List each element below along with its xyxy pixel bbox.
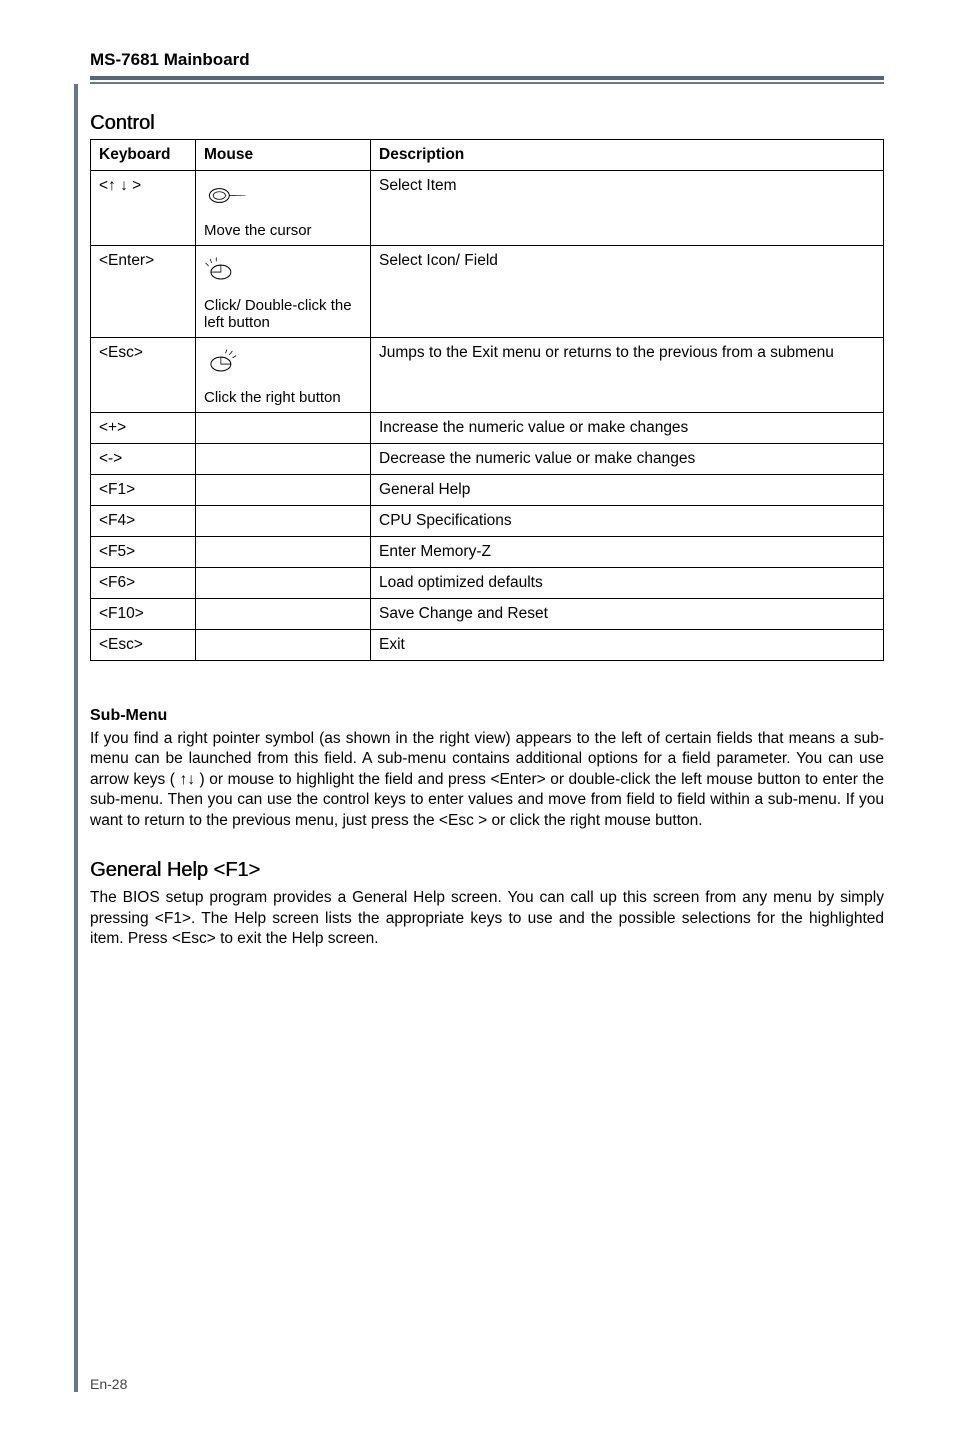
control-table: Keyboard Mouse Description <↑ ↓ > Move t… bbox=[90, 139, 884, 661]
col-header-description: Description bbox=[371, 140, 884, 171]
table-row: <Enter> Click/ Double-click the left but… bbox=[91, 246, 884, 338]
page-content: MS-7681 Mainboard Control Keyboard Mouse… bbox=[0, 0, 954, 990]
control-section-title: Control bbox=[90, 112, 884, 135]
mouse-cell bbox=[196, 568, 371, 599]
kb-cell: <F6> bbox=[91, 568, 196, 599]
desc-cell: Load optimized defaults bbox=[371, 568, 884, 599]
table-row: <↑ ↓ > Move the cursor Select Item bbox=[91, 171, 884, 246]
general-help-body: The BIOS setup program provides a Genera… bbox=[90, 888, 884, 949]
mouse-cell-text: Click/ Double-click the left button bbox=[204, 297, 362, 331]
mouse-cell bbox=[196, 413, 371, 444]
general-help-title: General Help <F1> bbox=[90, 859, 884, 882]
mouse-cell: Click the right button bbox=[196, 338, 371, 413]
table-row: <-> Decrease the numeric value or make c… bbox=[91, 444, 884, 475]
table-row: <Esc> Click the right button Jumps to th… bbox=[91, 338, 884, 413]
mouse-cell: Click/ Double-click the left button bbox=[196, 246, 371, 338]
kb-cell: <↑ ↓ > bbox=[91, 171, 196, 246]
mouse-cell: Move the cursor bbox=[196, 171, 371, 246]
kb-cell: <Esc> bbox=[91, 338, 196, 413]
table-row: <F10> Save Change and Reset bbox=[91, 599, 884, 630]
kb-cell: <F4> bbox=[91, 506, 196, 537]
page-footer: En-28 bbox=[90, 1376, 127, 1392]
kb-cell: <F10> bbox=[91, 599, 196, 630]
desc-cell: Enter Memory-Z bbox=[371, 537, 884, 568]
mouse-click-icon bbox=[204, 254, 250, 284]
desc-cell: Decrease the numeric value or make chang… bbox=[371, 444, 884, 475]
kb-cell: <+> bbox=[91, 413, 196, 444]
desc-cell: General Help bbox=[371, 475, 884, 506]
mouse-cell bbox=[196, 630, 371, 661]
mouse-cell-text: Click the right button bbox=[204, 389, 362, 406]
table-row: <+> Increase the numeric value or make c… bbox=[91, 413, 884, 444]
submenu-section: Sub-Menu If you find a right pointer sym… bbox=[90, 707, 884, 831]
desc-cell: Select Item bbox=[371, 171, 884, 246]
product-header: MS-7681 Mainboard bbox=[90, 50, 884, 70]
vertical-accent-bar bbox=[74, 84, 78, 1392]
table-row: <F1> General Help bbox=[91, 475, 884, 506]
desc-cell: CPU Specifications bbox=[371, 506, 884, 537]
header-rule-thick bbox=[90, 76, 884, 80]
mouse-move-icon bbox=[204, 179, 250, 209]
kb-cell: <Enter> bbox=[91, 246, 196, 338]
kb-cell: <F1> bbox=[91, 475, 196, 506]
desc-cell: Save Change and Reset bbox=[371, 599, 884, 630]
kb-cell: <-> bbox=[91, 444, 196, 475]
desc-cell: Select Icon/ Field bbox=[371, 246, 884, 338]
submenu-body: If you find a right pointer symbol (as s… bbox=[90, 729, 884, 831]
kb-cell: <Esc> bbox=[91, 630, 196, 661]
col-header-keyboard: Keyboard bbox=[91, 140, 196, 171]
table-row: <F4> CPU Specifications bbox=[91, 506, 884, 537]
table-header-row: Keyboard Mouse Description bbox=[91, 140, 884, 171]
desc-cell: Increase the numeric value or make chang… bbox=[371, 413, 884, 444]
desc-cell: Jumps to the Exit menu or returns to the… bbox=[371, 338, 884, 413]
col-header-mouse: Mouse bbox=[196, 140, 371, 171]
mouse-cell-text: Move the cursor bbox=[204, 222, 362, 239]
submenu-title: Sub-Menu bbox=[90, 707, 884, 725]
mouse-cell bbox=[196, 506, 371, 537]
mouse-cell bbox=[196, 599, 371, 630]
table-row: <Esc> Exit bbox=[91, 630, 884, 661]
table-row: <F5> Enter Memory-Z bbox=[91, 537, 884, 568]
desc-cell: Exit bbox=[371, 630, 884, 661]
mouse-right-click-icon bbox=[204, 346, 250, 376]
kb-cell: <F5> bbox=[91, 537, 196, 568]
mouse-cell bbox=[196, 475, 371, 506]
mouse-cell bbox=[196, 444, 371, 475]
header-rule-thin bbox=[90, 82, 884, 84]
mouse-cell bbox=[196, 537, 371, 568]
table-row: <F6> Load optimized defaults bbox=[91, 568, 884, 599]
